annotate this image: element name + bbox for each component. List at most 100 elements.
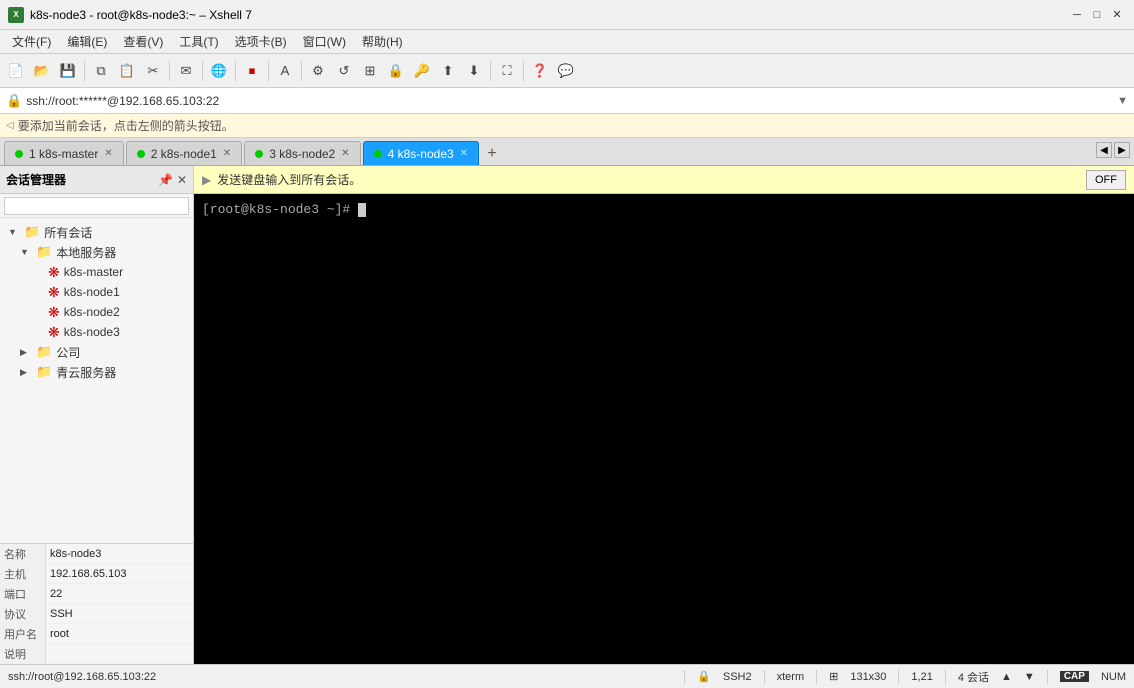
broadcast-text: 发送键盘输入到所有会话。: [217, 171, 1080, 188]
tree-item-company[interactable]: ▶ 📁 公司: [0, 342, 193, 362]
title-bar: X k8s-node3 - root@k8s-node3:~ – Xshell …: [0, 0, 1134, 30]
toolbar-sep-4: [235, 61, 236, 81]
terminal-cursor: [358, 203, 366, 217]
toolbar-sep-2: [169, 61, 170, 81]
hint-arrow-icon: ◁: [6, 120, 14, 131]
tree-label-node1: k8s-node1: [64, 285, 120, 299]
menu-window[interactable]: 窗口(W): [295, 31, 354, 52]
tab-4-close[interactable]: ✕: [460, 148, 468, 159]
address-text: ssh://root:******@192.168.65.103:22: [26, 94, 1113, 108]
tab-3-status-dot: [255, 150, 263, 158]
prop-label-username: 用户名: [0, 624, 46, 643]
tab-2[interactable]: 2 k8s-node1 ✕: [126, 141, 242, 165]
tree-item-qingyun[interactable]: ▶ 📁 青云服务器: [0, 362, 193, 382]
tree-item-k8s-master[interactable]: ❋ k8s-master: [0, 262, 193, 282]
status-sep-2: [764, 670, 765, 684]
menu-tools[interactable]: 工具(T): [171, 31, 226, 52]
close-button[interactable]: ✕: [1108, 6, 1126, 24]
settings-button[interactable]: ⚙: [306, 59, 330, 83]
key-button[interactable]: 🔑: [410, 59, 434, 83]
terminal[interactable]: [root@k8s-node3 ~]#: [194, 194, 1134, 664]
sidebar-search-input[interactable]: [4, 197, 189, 215]
cut-button[interactable]: ✂: [141, 59, 165, 83]
tab-1[interactable]: 1 k8s-master ✕: [4, 141, 124, 165]
prop-value-protocol: SSH: [46, 604, 193, 623]
menu-edit[interactable]: 编辑(E): [59, 31, 115, 52]
lock-icon: 🔒: [6, 93, 22, 109]
lock-button[interactable]: 🔒: [384, 59, 408, 83]
sidebar-pin-icon[interactable]: 📌: [158, 173, 173, 187]
maximize-button[interactable]: □: [1088, 6, 1106, 24]
tree-item-k8s-node1[interactable]: ❋ k8s-node1: [0, 282, 193, 302]
minimize-button[interactable]: ─: [1068, 6, 1086, 24]
maximize-term-button[interactable]: ⛶: [495, 59, 519, 83]
new-session-button[interactable]: 📄: [4, 59, 28, 83]
folder-icon-all: 📁: [24, 224, 40, 240]
hint-bar: ◁ 要添加当前会话，点击左侧的箭头按钮。: [0, 114, 1134, 138]
expand-icon-company: ▶: [20, 347, 32, 358]
chat-button[interactable]: 💬: [554, 59, 578, 83]
screen-button[interactable]: ⊞: [358, 59, 382, 83]
upload-button[interactable]: ⬆: [436, 59, 460, 83]
status-sep-5: [945, 670, 946, 684]
tab-2-label: 2 k8s-node1: [151, 147, 217, 161]
toolbar-sep-8: [523, 61, 524, 81]
tab-nav-left[interactable]: ◀: [1096, 142, 1112, 158]
tab-1-close[interactable]: ✕: [104, 148, 112, 159]
address-dropdown-icon[interactable]: ▼: [1117, 95, 1128, 107]
prop-row-username: 用户名 root: [0, 624, 193, 644]
tab-3-close[interactable]: ✕: [341, 148, 349, 159]
stop-button[interactable]: ⏹: [240, 59, 264, 83]
sidebar-close-icon[interactable]: ✕: [177, 173, 187, 187]
prop-value-name: k8s-node3: [46, 544, 193, 563]
prop-value-host: 192.168.65.103: [46, 564, 193, 583]
tree-item-k8s-node3[interactable]: ❋ k8s-node3: [0, 322, 193, 342]
help-button[interactable]: ❓: [528, 59, 552, 83]
menu-tabs[interactable]: 选项卡(B): [227, 31, 295, 52]
menu-help[interactable]: 帮助(H): [354, 31, 411, 52]
tree-item-local[interactable]: ▼ 📁 本地服务器: [0, 242, 193, 262]
paste-button[interactable]: 📋: [115, 59, 139, 83]
num-label: NUM: [1101, 671, 1126, 683]
download-button[interactable]: ⬇: [462, 59, 486, 83]
refresh-button[interactable]: ↺: [332, 59, 356, 83]
open-button[interactable]: 📂: [30, 59, 54, 83]
copy-button[interactable]: ⧉: [89, 59, 113, 83]
server-icon-node3: ❋: [48, 324, 60, 341]
broadcast-bar: ▶ 发送键盘输入到所有会话。 OFF: [194, 166, 1134, 194]
connect-button[interactable]: 🌐: [207, 59, 231, 83]
menu-file[interactable]: 文件(F): [4, 31, 59, 52]
folder-icon-company: 📁: [36, 344, 52, 360]
tab-2-status-dot: [137, 150, 145, 158]
tree-label-local: 本地服务器: [56, 244, 116, 261]
prop-row-port: 端口 22: [0, 584, 193, 604]
add-tab-button[interactable]: +: [481, 143, 503, 165]
tree-item-k8s-node2[interactable]: ❋ k8s-node2: [0, 302, 193, 322]
broadcast-off-button[interactable]: OFF: [1086, 170, 1126, 190]
tree-item-all-sessions[interactable]: ▼ 📁 所有会话: [0, 222, 193, 242]
main-area: 会话管理器 📌 ✕ ▼ 📁 所有会话 ▼ 📁 本地服务器: [0, 166, 1134, 664]
tab-2-close[interactable]: ✕: [223, 148, 231, 159]
properties-panel: 名称 k8s-node3 主机 192.168.65.103 端口 22 协议 …: [0, 543, 193, 664]
menu-view[interactable]: 查看(V): [115, 31, 171, 52]
status-cursor: 1,21: [911, 671, 932, 683]
prop-row-name: 名称 k8s-node3: [0, 544, 193, 564]
session-tree: ▼ 📁 所有会话 ▼ 📁 本地服务器 ❋ k8s-master ❋ k8s-no…: [0, 218, 193, 543]
tab-3[interactable]: 3 k8s-node2 ✕: [244, 141, 360, 165]
sidebar-title: 会话管理器: [6, 171, 66, 188]
compose-button[interactable]: ✉: [174, 59, 198, 83]
tree-label-company: 公司: [56, 344, 80, 361]
tab-nav-right[interactable]: ▶: [1114, 142, 1130, 158]
folder-icon-qingyun: 📁: [36, 364, 52, 380]
prop-value-desc: [46, 644, 193, 663]
terminal-prompt: [root@k8s-node3 ~]#: [202, 202, 358, 217]
status-sep-1: [684, 670, 685, 684]
window-title: k8s-node3 - root@k8s-node3:~ – Xshell 7: [30, 8, 252, 22]
save-button[interactable]: 💾: [56, 59, 80, 83]
tree-label-node2: k8s-node2: [64, 305, 120, 319]
tab-4[interactable]: 4 k8s-node3 ✕: [363, 141, 479, 165]
tab-nav: ◀ ▶: [1096, 142, 1130, 158]
status-term: xterm: [777, 671, 805, 683]
font-button[interactable]: A: [273, 59, 297, 83]
prop-row-protocol: 协议 SSH: [0, 604, 193, 624]
